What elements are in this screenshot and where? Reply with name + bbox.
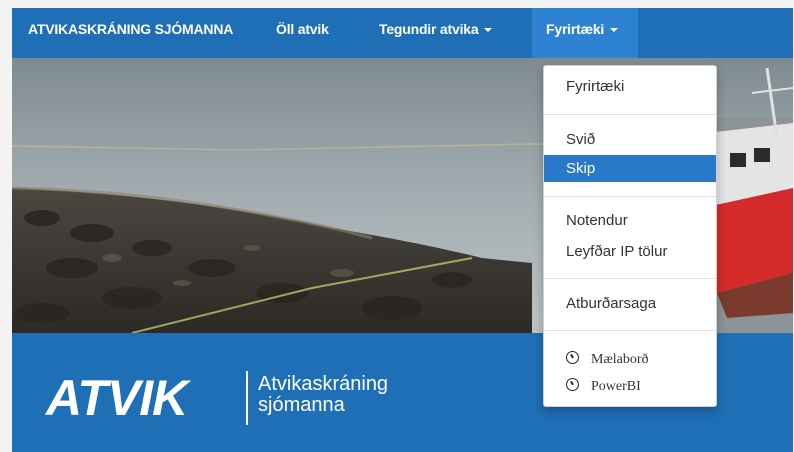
menu-item-companies[interactable]: Fyrirtæki [544,73,716,100]
menu-item-ships[interactable]: Skip [544,155,716,182]
caret-down-icon [484,28,493,33]
menu-item-powerbi[interactable]: PowerBI [544,373,716,400]
logo-subtitle-line2: sjómanna [258,394,345,416]
menu-item-powerbi-label: PowerBI [591,379,641,394]
nav-incident-types-label: Tegundir atvika [379,21,479,37]
menu-item-users[interactable]: Notendur [544,207,716,234]
logo-divider [246,371,248,425]
atvik-logo: ATVIK [46,370,188,426]
logo-subtitle-line1: Atvikaskráning [258,373,389,395]
caret-down-icon [610,28,619,33]
menu-divider [544,278,716,279]
top-navbar: ATVIKASKRÁNING SJÓMANNA Öll atvik Tegund… [12,8,793,58]
clock-icon [566,378,579,391]
app-frame: ATVIKASKRÁNING SJÓMANNA Öll atvik Tegund… [12,8,793,452]
logo-subtitle: Atvikaskráning sjómanna [258,374,388,416]
nav-incident-types[interactable]: Tegundir atvika [379,8,493,58]
clock-icon [566,351,579,364]
brand-link[interactable]: ATVIKASKRÁNING SJÓMANNA [28,8,233,58]
nav-companies[interactable]: Fyrirtæki [532,8,638,58]
menu-item-dashboard-label: Mælaborð [591,352,649,367]
menu-item-event-history[interactable]: Atburðarsaga [544,290,716,317]
menu-divider [544,114,716,115]
menu-item-allowed-ips[interactable]: Leyfðar IP tölur [544,238,716,265]
menu-divider [544,330,716,331]
menu-item-dashboard[interactable]: Mælaborð [544,346,716,373]
companies-dropdown-menu: Fyrirtæki Svið Skip Notendur Leyfðar IP … [543,65,717,407]
nav-all-incidents[interactable]: Öll atvik [276,8,329,58]
menu-divider [544,196,716,197]
nav-companies-label: Fyrirtæki [546,21,605,37]
menu-item-divisions[interactable]: Svið [544,126,716,153]
